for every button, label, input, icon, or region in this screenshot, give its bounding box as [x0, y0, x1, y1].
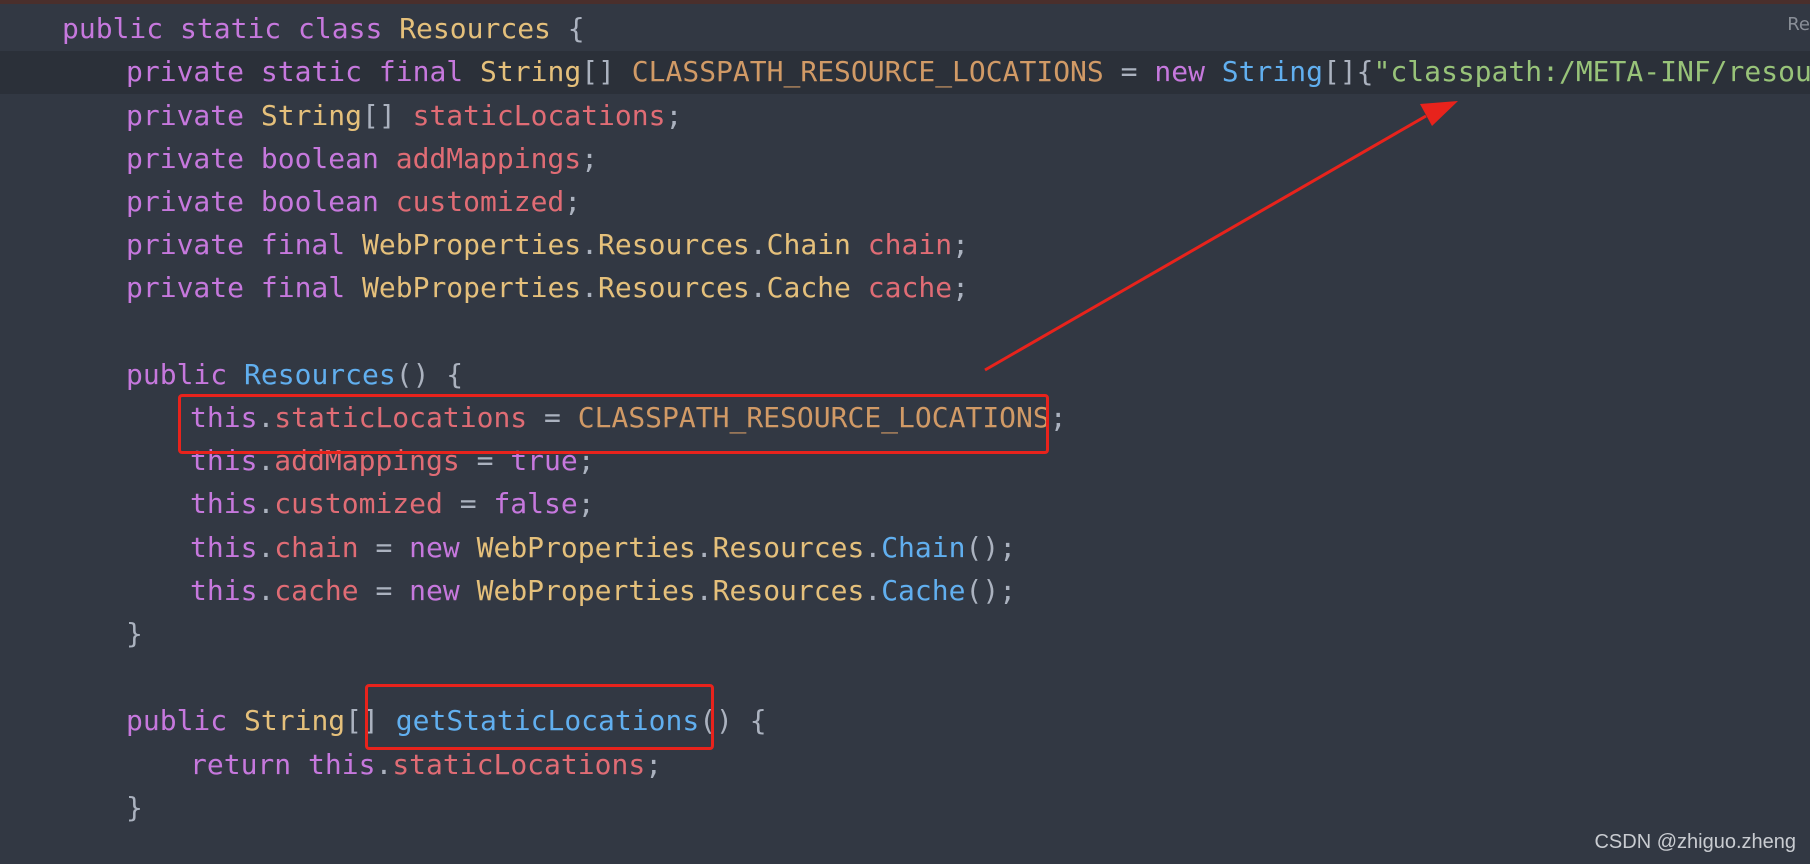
annotation-arrow	[984, 101, 1458, 372]
watermark: CSDN @zhiguo.zheng	[1594, 831, 1796, 853]
corner-label: Re	[1787, 14, 1810, 35]
code-screenshot: public static class Resources {private s…	[0, 0, 1810, 864]
